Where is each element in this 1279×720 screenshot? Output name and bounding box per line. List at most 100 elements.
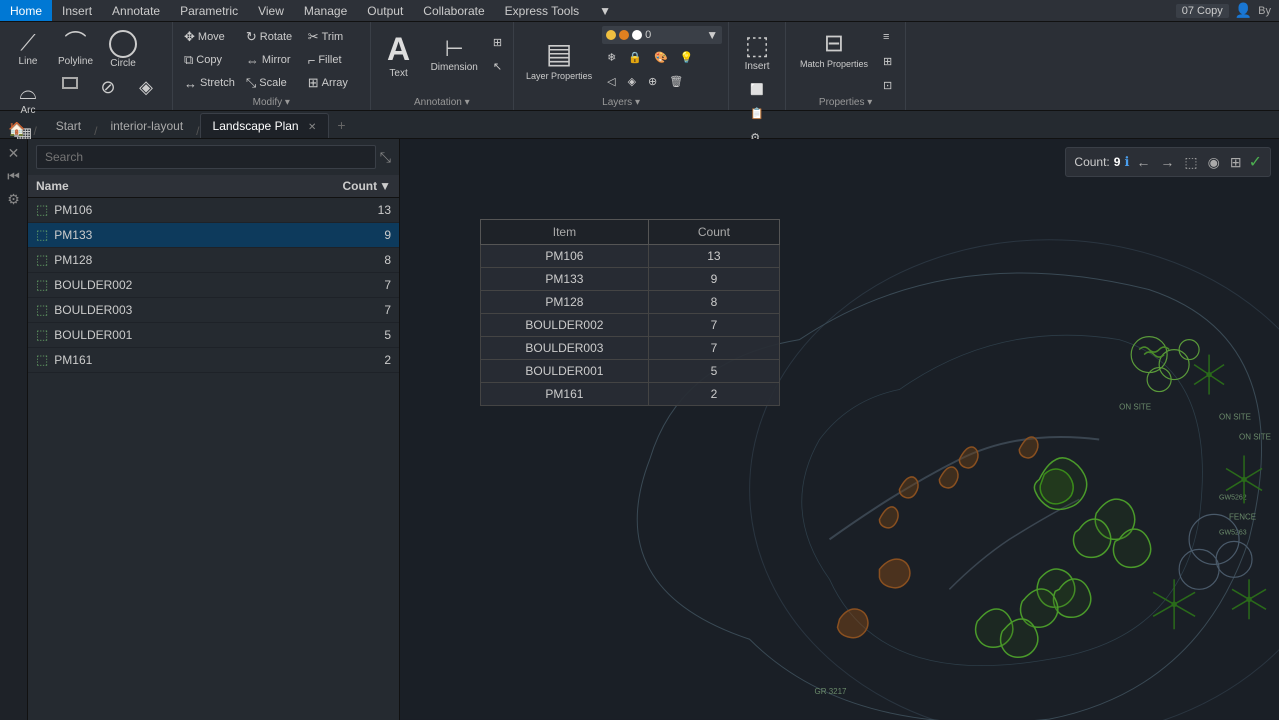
ribbon-btn-circle[interactable]: Circle [101, 26, 145, 73]
count-check-btn[interactable]: ✓ [1249, 152, 1262, 172]
prop-grid-icon: ⊞ [883, 55, 892, 68]
username-label: By [1258, 5, 1271, 17]
table-row: PM133 9 [481, 268, 780, 291]
table-cell-count: 5 [648, 360, 779, 383]
list-item-name: BOULDER001 [54, 328, 331, 342]
count-view-btn[interactable]: ◉ [1205, 153, 1223, 172]
list-item[interactable]: ⬚ PM161 2 [28, 348, 399, 373]
ribbon-btn-table[interactable]: ⊞ [488, 32, 507, 54]
expand-icon[interactable]: ⤡ [380, 149, 391, 166]
tab-close-landscape[interactable]: ✕ [308, 122, 316, 133]
ribbon-btn-text[interactable]: A Text [377, 26, 421, 83]
ribbon-btn-mirror[interactable]: ⇔ Mirror [241, 49, 302, 71]
ribbon-btn-create-block[interactable]: ⬜ [745, 78, 769, 100]
list-item[interactable]: ⬚ PM128 8 [28, 248, 399, 273]
table-cell-count: 7 [648, 314, 779, 337]
ribbon-btn-stretch[interactable]: ↔ Stretch [179, 72, 240, 94]
sidebar-settings-icon[interactable]: ⚙ [7, 191, 20, 208]
ribbon-btn-fillet[interactable]: ⌐ Fillet [303, 49, 364, 71]
ribbon-btn-prop-grid[interactable]: ⊞ [878, 50, 897, 72]
ribbon-btn-leader[interactable]: ↖ [488, 56, 507, 78]
tab-interior-layout[interactable]: interior-layout [97, 113, 196, 138]
sidebar-back-icon[interactable]: ⏮ [7, 168, 20, 185]
sidebar-body: ✕ ⏮ ⚙ ⤡ Name Count ▼ ⬚ P [0, 139, 399, 720]
sidebar-close-icon[interactable]: ✕ [8, 145, 20, 162]
ribbon-btn-move[interactable]: ✥ Move [179, 26, 240, 48]
ribbon-btn-define-attr[interactable]: 📋 [745, 102, 769, 124]
scale-icon: ⤡ [246, 75, 256, 91]
count-grid-btn[interactable]: ⊞ [1227, 153, 1245, 172]
list-item[interactable]: ⬚ BOULDER002 7 [28, 273, 399, 298]
menu-output[interactable]: Output [357, 0, 413, 21]
menu-home[interactable]: Home [0, 0, 52, 21]
ribbon-btn-trim[interactable]: ✂ Trim [303, 26, 364, 48]
tab-landscape-plan[interactable]: Landscape Plan ✕ [200, 113, 330, 138]
ribbon-btn-line[interactable]: ⟋ Line [6, 26, 50, 71]
ribbon-btn-layer-isolate[interactable]: ◈ [623, 70, 641, 92]
menu-manage[interactable]: Manage [294, 0, 357, 21]
lightbulb-icon: 💡 [680, 51, 694, 64]
search-input[interactable] [36, 145, 376, 169]
tab-add-button[interactable]: + [329, 112, 353, 138]
layers-label: Layers ▾ [602, 97, 640, 110]
menu-extra[interactable]: ▼ [589, 0, 621, 21]
ribbon-btn-match-properties[interactable]: ⊟ Match Properties [794, 26, 874, 73]
menu-annotate[interactable]: Annotate [102, 0, 170, 21]
list-header-count[interactable]: Count ▼ [331, 179, 391, 193]
tab-start[interactable]: Start [43, 113, 94, 138]
ribbon-btn-layer-prev[interactable]: ◁ [602, 70, 620, 92]
count-info-icon[interactable]: ℹ [1124, 154, 1129, 170]
count-next-btn[interactable]: → [1157, 153, 1177, 171]
menu-parametric[interactable]: Parametric [170, 0, 248, 21]
list-item[interactable]: ⬚ BOULDER001 5 [28, 323, 399, 348]
ribbon-btn-layer-properties[interactable]: ▤ Layer Properties [520, 26, 598, 92]
ribbon-btn-layer-merge[interactable]: ⊕ [643, 70, 662, 92]
command-box[interactable]: 07 Copy [1176, 4, 1229, 18]
ribbon-btn-prop-list[interactable]: ≡ [878, 26, 897, 48]
ribbon-btn-layer-color[interactable]: 🎨 [649, 46, 673, 68]
layer-number: 0 [645, 29, 703, 41]
ribbon-btn-layer-freeze[interactable]: ❄ [602, 46, 621, 68]
list-item[interactable]: ⬚ PM133 9 [28, 223, 399, 248]
count-prev-btn[interactable]: ← [1133, 153, 1153, 171]
ribbon-btn-prop-extra[interactable]: ⊡ [878, 74, 897, 96]
table-row: BOULDER001 5 [481, 360, 780, 383]
ribbon-group-draw: ⟋ Line ⌒ Polyline Circle ⌓ Arc [0, 22, 173, 110]
ribbon-btn-layer-delete[interactable]: 🗑 [664, 70, 688, 92]
menu-insert[interactable]: Insert [52, 0, 102, 21]
ribbon-btn-region[interactable]: ◈ [128, 75, 164, 101]
list-item-name: BOULDER002 [54, 278, 331, 292]
ribbon-group-layers: ▤ Layer Properties 0 ▼ ❄ 🔒 🎨 [514, 22, 729, 110]
canvas-area[interactable]: ON SITE ON SITE ON SITE FENCE GW5262 GW5… [400, 139, 1279, 720]
list-item-count: 9 [331, 228, 391, 242]
menu-view[interactable]: View [248, 0, 294, 21]
ribbon-btn-scale[interactable]: ⤡ Scale [241, 72, 302, 94]
lock-icon: 🔒 [628, 51, 642, 64]
list-item[interactable]: ⬚ PM106 13 [28, 198, 399, 223]
ribbon-btn-dimension[interactable]: ⊢ Dimension [425, 32, 484, 77]
list-item-name: PM161 [54, 353, 331, 367]
ribbon-btn-rectangle[interactable] [52, 75, 88, 91]
menu-express-tools[interactable]: Express Tools [495, 0, 589, 21]
layer-dropdown-icon: ▼ [706, 28, 718, 42]
block-icon: ⬚ [36, 227, 48, 243]
list-item-count: 7 [331, 303, 391, 317]
menu-collaborate[interactable]: Collaborate [413, 0, 494, 21]
layer-selector[interactable]: 0 ▼ [602, 26, 722, 44]
count-select-btn[interactable]: ⬚ [1181, 153, 1200, 172]
ribbon-btn-hatch[interactable]: ⊘ [90, 75, 126, 101]
ribbon-btn-rotate[interactable]: ↻ Rotate [241, 26, 302, 48]
properties-label: Properties ▾ [819, 97, 872, 110]
list-item[interactable]: ⬚ BOULDER003 7 [28, 298, 399, 323]
ribbon-btn-polyline[interactable]: ⌒ Polyline [52, 26, 99, 71]
menu-bar: Home Insert Annotate Parametric View Man… [0, 0, 1279, 22]
ribbon-btn-array[interactable]: ⊞ Array [303, 72, 364, 94]
prop-extra-icon: ⊡ [883, 79, 892, 92]
annotation-label: Annotation ▾ [414, 97, 470, 110]
ribbon-btn-layer-lock[interactable]: 🔒 [623, 46, 647, 68]
count-value: 9 [1114, 155, 1121, 169]
ribbon-btn-insert[interactable]: ⬚ Insert [735, 26, 779, 76]
ribbon-btn-copy[interactable]: ⧉ Copy [179, 49, 240, 71]
ribbon-btn-layer-off[interactable]: 💡 [675, 46, 699, 68]
text-icon: A [387, 30, 410, 68]
